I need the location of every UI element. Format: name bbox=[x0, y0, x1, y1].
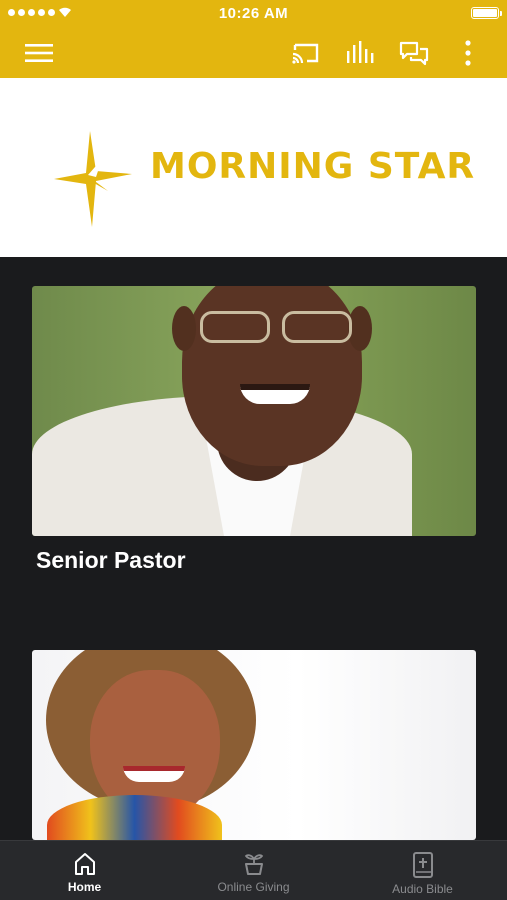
senior-pastor-photo[interactable] bbox=[32, 286, 476, 536]
chat-icon[interactable] bbox=[399, 38, 429, 68]
content-feed[interactable]: Senior Pastor bbox=[0, 257, 507, 840]
second-leader-photo[interactable] bbox=[32, 650, 476, 840]
nav-item-online-giving[interactable]: Online Giving bbox=[169, 841, 338, 900]
card-title-senior-pastor[interactable]: Senior Pastor bbox=[36, 547, 186, 574]
bible-icon bbox=[412, 852, 433, 878]
app-bar bbox=[0, 26, 507, 78]
brand-header: MORNING STAR bbox=[0, 78, 507, 257]
nav-label-online-giving: Online Giving bbox=[217, 880, 290, 894]
bottom-nav: Home Online Giving Audio Bible bbox=[0, 840, 507, 900]
star-logo-icon bbox=[54, 131, 132, 227]
audio-bars-icon[interactable] bbox=[345, 38, 375, 68]
nav-item-audio-bible[interactable]: Audio Bible bbox=[338, 841, 507, 900]
status-time: 10:26 AM bbox=[218, 5, 289, 22]
nav-item-home[interactable]: Home bbox=[0, 841, 169, 900]
giving-plant-icon bbox=[244, 854, 263, 875]
cast-icon[interactable] bbox=[291, 38, 321, 68]
brand-name: MORNING STAR bbox=[150, 146, 476, 187]
battery-icon bbox=[471, 7, 502, 19]
top-bar: 10:26 AM bbox=[0, 0, 507, 78]
menu-icon[interactable] bbox=[24, 38, 54, 68]
status-bar: 10:26 AM bbox=[0, 0, 507, 26]
nav-label-audio-bible: Audio Bible bbox=[392, 882, 453, 896]
more-vert-icon[interactable] bbox=[453, 38, 483, 68]
home-icon bbox=[74, 853, 95, 875]
nav-label-home: Home bbox=[67, 880, 102, 894]
